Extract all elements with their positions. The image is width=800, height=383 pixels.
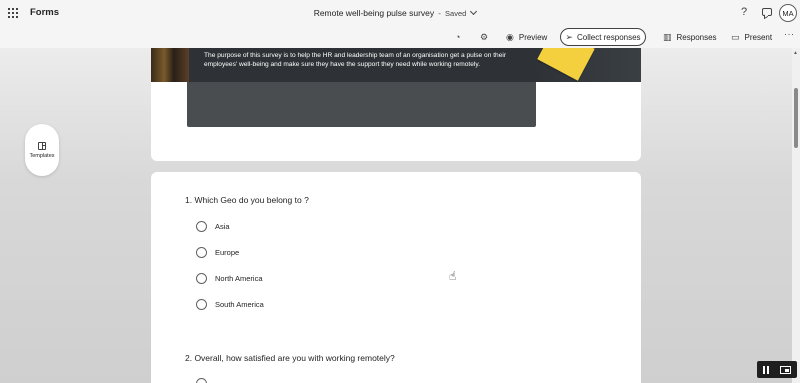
scrollbar-thumb[interactable] <box>794 88 798 148</box>
templates-icon <box>38 141 46 150</box>
form-description[interactable]: The purpose of this survey is to help th… <box>204 52 514 69</box>
send-icon: ➢ <box>565 31 573 42</box>
responses-label: Responses <box>676 33 717 42</box>
option-label: South America <box>215 299 264 309</box>
option-label: Asia <box>215 221 230 231</box>
collect-responses-label: Collect responses <box>576 32 641 42</box>
radio-button[interactable] <box>196 220 207 232</box>
list-item[interactable]: Europe <box>196 246 239 258</box>
form-toolbar: ◔ ⚙ ◉ Preview ➢ Collect responses ▥ Resp… <box>0 26 800 48</box>
radio-button[interactable] <box>196 298 207 310</box>
palette-icon: ◔ <box>455 32 461 42</box>
bar-chart-icon: ▥ <box>663 32 672 42</box>
list-item[interactable]: Asia <box>196 220 230 232</box>
list-item[interactable]: South America <box>196 298 264 310</box>
avatar[interactable]: MA <box>779 4 797 22</box>
preview-label: Preview <box>518 33 548 42</box>
header-banner-image: The purpose of this survey is to help th… <box>151 48 641 82</box>
help-icon[interactable]: ? <box>741 6 747 18</box>
question-title[interactable]: 1. Which Geo do you belong to ? <box>185 195 309 205</box>
list-item[interactable] <box>196 377 215 383</box>
top-bar: Forms Remote well-being pulse survey - Sav… <box>0 0 800 26</box>
preview-button[interactable]: ◉ Preview <box>506 30 547 45</box>
option-label: Europe <box>215 247 240 257</box>
feedback-icon[interactable] <box>762 8 772 16</box>
present-label: Present <box>744 33 773 42</box>
responses-button[interactable]: ▥ Responses <box>663 30 717 45</box>
question-title[interactable]: 2. Overall, how satisfied are you with w… <box>185 353 395 363</box>
settings-button[interactable]: ⚙ <box>480 30 493 45</box>
eye-icon: ◉ <box>506 32 514 42</box>
theme-button[interactable]: ◔ <box>455 30 465 45</box>
scroll-up-arrow-icon[interactable]: ▲ <box>793 50 798 56</box>
list-item[interactable]: North America <box>196 272 263 284</box>
title-separator: - <box>438 8 442 18</box>
chevron-down-icon[interactable] <box>470 7 478 16</box>
form-header-card[interactable]: The purpose of this survey is to help th… <box>151 48 641 161</box>
radio-button[interactable] <box>196 377 207 383</box>
collect-responses-button[interactable]: ➢ Collect responses <box>560 28 646 46</box>
pause-icon[interactable] <box>762 365 769 374</box>
templates-label: Templates <box>29 152 55 159</box>
radio-button[interactable] <box>196 246 207 258</box>
option-label: North America <box>215 273 263 283</box>
present-button[interactable]: ▭ Present <box>731 30 772 45</box>
hand-cursor-icon: ☝ <box>449 269 457 283</box>
radio-button[interactable] <box>196 272 207 284</box>
question-card[interactable]: 1. Which Geo do you belong to ? Asia Eur… <box>151 172 641 383</box>
document-title[interactable]: Remote well-being pulse survey <box>314 8 434 18</box>
gear-icon: ⚙ <box>480 32 489 42</box>
media-controls[interactable] <box>757 361 797 378</box>
banner-photo-left <box>151 48 189 82</box>
picture-in-picture-icon[interactable] <box>780 365 792 374</box>
more-options-icon[interactable]: ··· <box>784 29 795 39</box>
monitor-icon: ▭ <box>731 32 740 42</box>
document-title-area[interactable]: Remote well-being pulse survey - Saved <box>0 7 790 18</box>
save-status: Saved <box>445 9 467 18</box>
header-image-placeholder[interactable] <box>187 82 536 127</box>
templates-button[interactable]: Templates <box>25 124 59 176</box>
